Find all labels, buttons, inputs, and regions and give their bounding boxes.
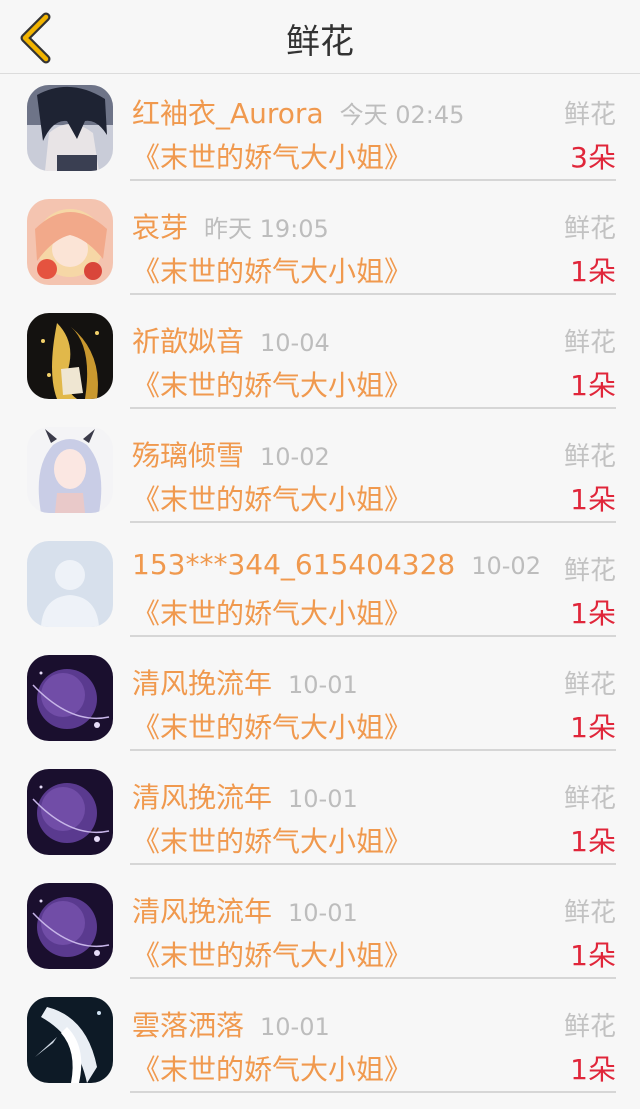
book-title[interactable]: 《末世的娇气大小姐》 xyxy=(132,136,412,176)
default-user-avatar[interactable] xyxy=(27,541,113,627)
user-name-line: 153***344_615404328 10-02 xyxy=(132,548,541,581)
gift-type-label: 鲜花 xyxy=(563,784,616,814)
divider xyxy=(130,977,616,979)
user-name-line: 祈歆姒音 10-04 xyxy=(132,320,330,360)
user-name[interactable]: 红袖衣_Aurora xyxy=(132,97,324,130)
flower-count: 3朵 xyxy=(570,141,616,174)
user-name-line: 雲落洒落 10-01 xyxy=(132,1004,330,1044)
divider xyxy=(130,1091,616,1093)
flower-count: 1朵 xyxy=(570,939,616,972)
book-title[interactable]: 《末世的娇气大小姐》 xyxy=(132,820,412,860)
page-title: 鲜花 xyxy=(286,22,354,62)
divider xyxy=(130,749,616,751)
list-item[interactable]: 雲落洒落 10-01 鲜花 《末世的娇气大小姐》 1朵 xyxy=(0,990,640,1104)
user-name-line: 清风挽流年 10-01 xyxy=(132,890,358,930)
timestamp: 今天 02:45 xyxy=(339,101,465,129)
book-title[interactable]: 《末世的娇气大小姐》 xyxy=(132,478,412,518)
flower-count: 1朵 xyxy=(570,825,616,858)
timestamp: 10-01 xyxy=(288,785,358,813)
timestamp: 10-02 xyxy=(471,552,541,580)
anime-dark-white-avatar[interactable] xyxy=(27,997,113,1083)
book-title[interactable]: 《末世的娇气大小姐》 xyxy=(132,250,412,290)
timestamp: 昨天 19:05 xyxy=(204,215,329,243)
flower-count: 1朵 xyxy=(570,711,616,744)
divider xyxy=(130,293,616,295)
flower-count: 1朵 xyxy=(570,255,616,288)
list-item[interactable]: 祈歆姒音 10-04 鲜花 《末世的娇气大小姐》 1朵 xyxy=(0,306,640,420)
timestamp: 10-04 xyxy=(260,329,330,357)
anime-white-hair-avatar[interactable] xyxy=(27,427,113,513)
gift-type-label: 鲜花 xyxy=(563,100,616,130)
gift-type-label: 鲜花 xyxy=(563,328,616,358)
book-title[interactable]: 《末世的娇气大小姐》 xyxy=(132,706,412,746)
list-item[interactable]: 清风挽流年 10-01 鲜花 《末世的娇气大小姐》 1朵 xyxy=(0,648,640,762)
timestamp: 10-01 xyxy=(288,671,358,699)
flower-count: 1朵 xyxy=(570,483,616,516)
book-title[interactable]: 《末世的娇气大小姐》 xyxy=(132,1048,412,1088)
list-item[interactable]: 哀芽 昨天 19:05 鲜花 《末世的娇气大小姐》 1朵 xyxy=(0,192,640,306)
gift-type-label: 鲜花 xyxy=(563,670,616,700)
user-name[interactable]: 哀芽 xyxy=(132,211,188,244)
user-name-line: 殇璃倾雪 10-02 xyxy=(132,434,330,474)
top-bar: 鲜花 xyxy=(0,0,640,74)
purple-moon-avatar[interactable] xyxy=(27,883,113,969)
list-item[interactable]: 清风挽流年 10-01 鲜花 《末世的娇气大小姐》 1朵 xyxy=(0,762,640,876)
gift-type-label: 鲜花 xyxy=(563,898,616,928)
anime-girl-pink-avatar[interactable] xyxy=(27,199,113,285)
anime-boy-avatar[interactable] xyxy=(27,85,113,171)
divider xyxy=(130,407,616,409)
purple-moon-avatar[interactable] xyxy=(27,655,113,741)
book-title[interactable]: 《末世的娇气大小姐》 xyxy=(132,364,412,404)
divider xyxy=(130,179,616,181)
user-name[interactable]: 雲落洒落 xyxy=(132,1009,244,1042)
user-name[interactable]: 殇璃倾雪 xyxy=(132,439,244,472)
user-name[interactable]: 清风挽流年 xyxy=(132,781,272,814)
user-name[interactable]: 清风挽流年 xyxy=(132,667,272,700)
flower-count: 1朵 xyxy=(570,597,616,630)
user-name-line: 哀芽 昨天 19:05 xyxy=(132,206,329,246)
divider xyxy=(130,863,616,865)
user-name[interactable]: 153***344_615404328 xyxy=(132,548,455,581)
timestamp: 10-01 xyxy=(260,1013,330,1041)
divider xyxy=(130,635,616,637)
purple-moon-avatar[interactable] xyxy=(27,769,113,855)
user-name-line: 清风挽流年 10-01 xyxy=(132,776,358,816)
flower-count: 1朵 xyxy=(570,369,616,402)
user-name[interactable]: 祈歆姒音 xyxy=(132,325,244,358)
list-item[interactable]: 清风挽流年 10-01 鲜花 《末世的娇气大小姐》 1朵 xyxy=(0,876,640,990)
divider xyxy=(130,521,616,523)
gift-type-label: 鲜花 xyxy=(563,214,616,244)
book-title[interactable]: 《末世的娇气大小姐》 xyxy=(132,934,412,974)
gift-type-label: 鲜花 xyxy=(563,1012,616,1042)
book-title[interactable]: 《末世的娇气大小姐》 xyxy=(132,592,412,632)
gift-type-label: 鲜花 xyxy=(563,442,616,472)
timestamp: 10-01 xyxy=(288,899,358,927)
list-item[interactable]: 153***344_615404328 10-02 鲜花 《末世的娇气大小姐》 1… xyxy=(0,534,640,648)
gift-type-label: 鲜花 xyxy=(563,556,616,586)
user-name-line: 清风挽流年 10-01 xyxy=(132,662,358,702)
user-name[interactable]: 清风挽流年 xyxy=(132,895,272,928)
flower-count: 1朵 xyxy=(570,1053,616,1086)
anime-golden-avatar[interactable] xyxy=(27,313,113,399)
flower-record-list: 红袖衣_Aurora 今天 02:45 鲜花 《末世的娇气大小姐》 3朵 哀芽 昨天… xyxy=(0,78,640,1104)
timestamp: 10-02 xyxy=(260,443,330,471)
user-name-line: 红袖衣_Aurora 今天 02:45 xyxy=(132,92,464,132)
list-item[interactable]: 红袖衣_Aurora 今天 02:45 鲜花 《末世的娇气大小姐》 3朵 xyxy=(0,78,640,192)
list-item[interactable]: 殇璃倾雪 10-02 鲜花 《末世的娇气大小姐》 1朵 xyxy=(0,420,640,534)
